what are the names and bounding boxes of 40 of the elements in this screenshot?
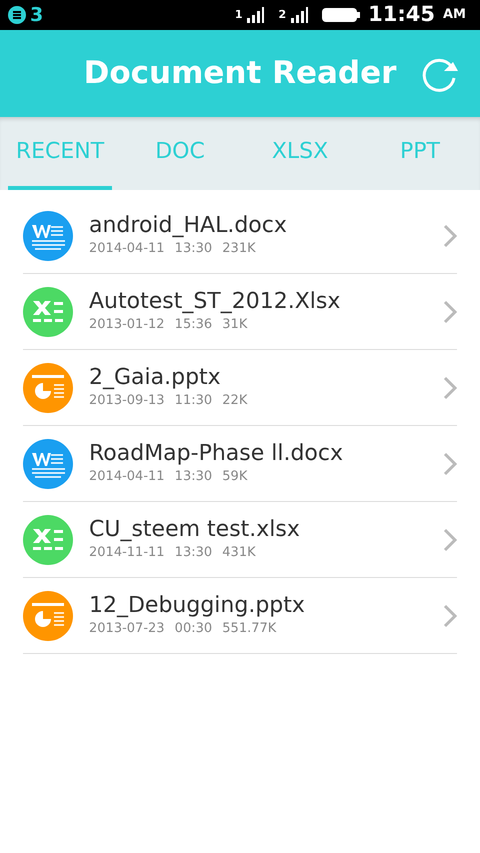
file-name: 2_Gaia.pptx xyxy=(89,364,222,391)
file-row[interactable]: 12_Debugging.pptx 2013-07-23 00:30 551.77K xyxy=(23,578,457,654)
notification-icon xyxy=(8,6,26,24)
chevron-right-icon xyxy=(443,300,457,324)
clock-meridiem: AM xyxy=(443,6,466,24)
file-details: 2014-04-11 13:30 59K xyxy=(89,468,248,486)
chevron-right-icon xyxy=(443,604,457,628)
file-details: 2014-11-11 13:30 431K xyxy=(89,544,257,562)
chevron-right-icon xyxy=(443,376,457,400)
file-name: Autotest_ST_2012.Xlsx xyxy=(89,288,340,315)
file-name: android_HAL.docx xyxy=(89,212,287,239)
file-row[interactable]: Autotest_ST_2012.Xlsx 2013-01-12 15:36 31K xyxy=(23,274,457,350)
presentation-icon xyxy=(23,362,73,412)
file-details: 2013-09-13 11:30 22K xyxy=(89,392,248,410)
file-name: RoadMap-Phase ll.docx xyxy=(89,440,344,467)
chevron-right-icon xyxy=(443,224,457,248)
file-row[interactable]: RoadMap-Phase ll.docx 2014-04-11 13:30 59K xyxy=(23,426,457,502)
chevron-right-icon xyxy=(443,452,457,476)
word-document-icon xyxy=(23,438,73,488)
signal-icon xyxy=(290,7,310,23)
battery-icon xyxy=(322,8,360,22)
app-title: Document Reader xyxy=(82,54,398,94)
sim-label: 1 xyxy=(234,6,242,23)
spreadsheet-icon xyxy=(23,286,73,336)
spreadsheet-icon xyxy=(23,514,73,564)
file-details: 2013-07-23 00:30 551.77K xyxy=(89,620,278,638)
file-row[interactable]: CU_steem test.xlsx 2014-11-11 13:30 431K xyxy=(23,502,457,578)
file-row[interactable]: 2_Gaia.pptx 2013-09-13 11:30 22K xyxy=(23,350,457,426)
file-details: 2014-04-11 13:30 231K xyxy=(89,240,257,258)
sim-label: 2 xyxy=(278,6,286,23)
file-details: 2013-01-12 15:36 31K xyxy=(89,316,248,334)
file-name: 12_Debugging.pptx xyxy=(89,592,305,619)
signal-icon xyxy=(246,7,266,23)
file-row[interactable]: android_HAL.docx 2014-04-11 13:30 231K xyxy=(23,198,457,274)
clock: 11:45 xyxy=(368,1,435,28)
file-name: CU_steem test.xlsx xyxy=(89,516,300,543)
presentation-icon xyxy=(23,590,73,640)
notification-count: 3 xyxy=(30,2,44,28)
chevron-right-icon xyxy=(443,528,457,552)
word-document-icon xyxy=(23,210,73,260)
